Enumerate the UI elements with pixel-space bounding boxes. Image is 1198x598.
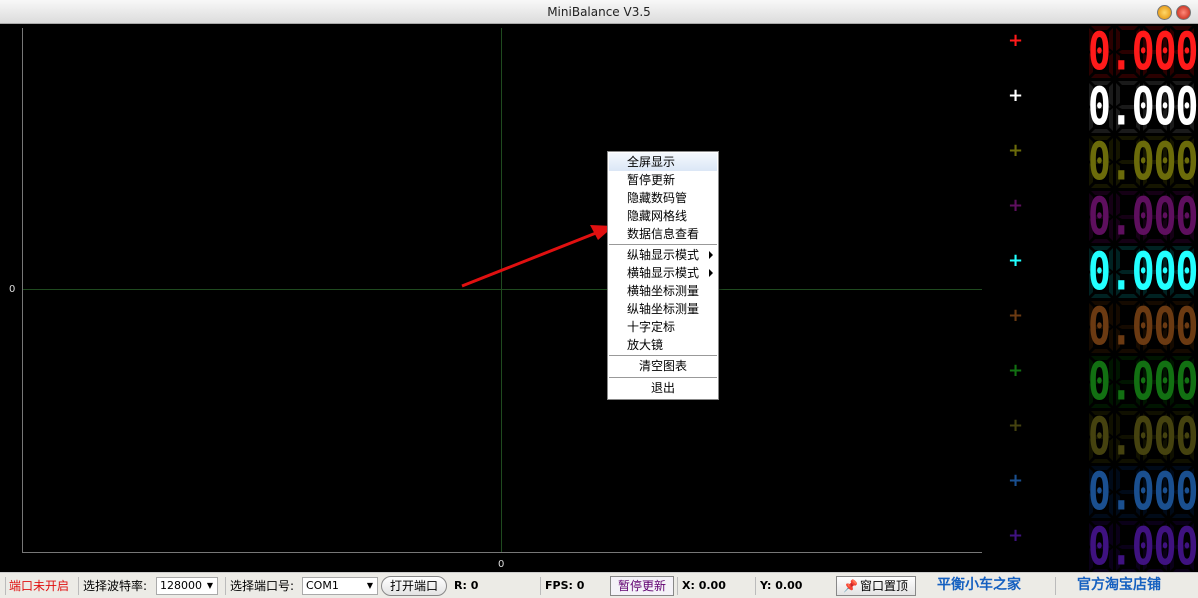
baud-rate-select[interactable]: 128000 ▼ bbox=[156, 577, 218, 595]
menu-item[interactable]: 隐藏数码管 bbox=[609, 189, 717, 207]
menu-item-label: 横轴显示模式 bbox=[627, 266, 700, 280]
port-select[interactable]: COM1 ▼ bbox=[302, 577, 378, 595]
chevron-down-icon: ▼ bbox=[366, 581, 373, 590]
x-coordinate: X: 0.00 bbox=[682, 579, 726, 592]
menu-item[interactable]: 十字定标 bbox=[609, 318, 717, 336]
menu-item-label: 清空图表 bbox=[638, 359, 687, 373]
menu-item[interactable]: 横轴显示模式 bbox=[609, 264, 717, 282]
separator bbox=[5, 577, 6, 595]
red-arrow-annotation bbox=[461, 225, 614, 288]
menu-item-label: 退出 bbox=[650, 381, 675, 395]
x-axis bbox=[22, 552, 982, 553]
channel-3-toggle-icon[interactable]: + bbox=[1008, 142, 1023, 160]
menu-item[interactable]: 纵轴坐标测量 bbox=[609, 300, 717, 318]
menu-item[interactable]: 隐藏网格线 bbox=[609, 207, 717, 225]
chevron-down-icon: ▼ bbox=[206, 581, 213, 590]
channel-5-toggle-icon[interactable]: + bbox=[1008, 252, 1023, 270]
pushpin-icon: 📌 bbox=[843, 579, 858, 593]
menu-separator bbox=[609, 244, 717, 245]
separator bbox=[540, 577, 541, 595]
fps-value: FPS: 0 bbox=[545, 579, 585, 592]
separator bbox=[677, 577, 678, 595]
menu-item[interactable]: 全屏显示 bbox=[609, 153, 717, 171]
separator bbox=[78, 577, 79, 595]
pin-label: 窗口置顶 bbox=[859, 579, 908, 593]
menu-item-label: 纵轴显示模式 bbox=[627, 248, 700, 262]
menu-item[interactable]: 退出 bbox=[609, 379, 717, 398]
open-port-button[interactable]: 打开端口 bbox=[381, 576, 447, 596]
channel-10-toggle-icon[interactable]: + bbox=[1008, 527, 1023, 545]
menu-item[interactable]: 纵轴显示模式 bbox=[609, 246, 717, 264]
menu-item[interactable]: 数据信息查看 bbox=[609, 225, 717, 243]
pin-window-button[interactable]: 📌 窗口置顶 bbox=[836, 576, 916, 596]
menu-item[interactable]: 清空图表 bbox=[609, 357, 717, 376]
context-menu: 全屏显示暂停更新隐藏数码管隐藏网格线数据信息查看 纵轴显示模式 横轴显示模式 横轴坐标… bbox=[607, 151, 719, 400]
channel-1-toggle-icon[interactable]: + bbox=[1008, 32, 1023, 50]
channel-8-toggle-icon[interactable]: + bbox=[1008, 417, 1023, 435]
menu-item-label: 纵轴坐标测量 bbox=[627, 302, 700, 316]
pause-update-button[interactable]: 暂停更新 bbox=[610, 576, 674, 596]
port-value: COM1 bbox=[306, 579, 339, 592]
channel-9-toggle-icon[interactable]: + bbox=[1008, 472, 1023, 490]
channel-2-toggle-icon[interactable]: + bbox=[1008, 87, 1023, 105]
status-bar: 端口未开启 选择波特率: 128000 ▼ 选择端口号: COM1 ▼ 打开端口 R… bbox=[0, 572, 1198, 598]
separator bbox=[755, 577, 756, 595]
channel-7-toggle-icon[interactable]: + bbox=[1008, 362, 1023, 380]
menu-item-label: 隐藏网格线 bbox=[627, 209, 688, 223]
r-value: R: 0 bbox=[454, 579, 479, 592]
baud-label: 选择波特率: bbox=[83, 579, 148, 593]
menu-item[interactable]: 横轴坐标测量 bbox=[609, 282, 717, 300]
menu-item-label: 十字定标 bbox=[627, 320, 676, 334]
menu-separator bbox=[609, 355, 717, 356]
link-balance-car-home[interactable]: 平衡小车之家 bbox=[937, 577, 1021, 593]
link-taobao-store[interactable]: 官方淘宝店铺 bbox=[1077, 577, 1161, 593]
menu-item-label: 横轴坐标测量 bbox=[627, 284, 700, 298]
y-coordinate: Y: 0.00 bbox=[760, 579, 803, 592]
channel-10-seven-segment-display: 0.000 bbox=[1088, 517, 1198, 576]
menu-item[interactable]: 放大镜 bbox=[609, 336, 717, 354]
menu-item-label: 隐藏数码管 bbox=[627, 191, 688, 205]
channel-6-toggle-icon[interactable]: + bbox=[1008, 307, 1023, 325]
port-label: 选择端口号: bbox=[230, 579, 295, 593]
submenu-arrow-icon bbox=[709, 269, 713, 277]
separator bbox=[1055, 577, 1056, 595]
submenu-arrow-icon bbox=[709, 251, 713, 259]
port-state: 端口未开启 bbox=[9, 579, 70, 593]
menu-item[interactable]: 暂停更新 bbox=[609, 171, 717, 189]
baud-value: 128000 bbox=[160, 579, 202, 592]
channel-4-toggle-icon[interactable]: + bbox=[1008, 197, 1023, 215]
menu-separator bbox=[609, 377, 717, 378]
menu-item-label: 暂停更新 bbox=[627, 173, 676, 187]
menu-item-label: 放大镜 bbox=[627, 338, 664, 352]
menu-item-label: 数据信息查看 bbox=[627, 227, 700, 241]
separator bbox=[225, 577, 226, 595]
menu-item-label: 全屏显示 bbox=[627, 155, 676, 169]
x-axis-zero-label: 0 bbox=[498, 559, 505, 570]
